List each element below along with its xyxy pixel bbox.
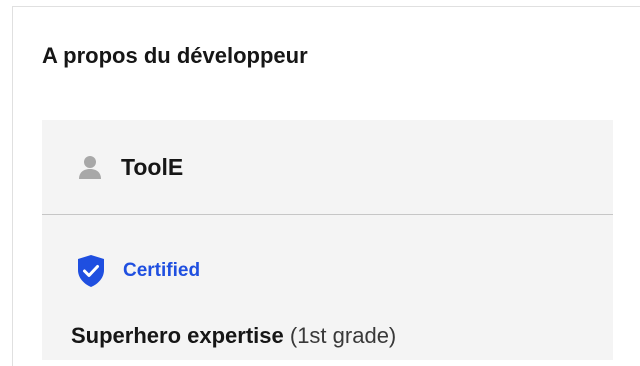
developer-panel: ToolE Certified Superhero expertise (1st… [42,120,613,360]
certified-label: Certified [123,260,201,281]
shield-check-icon [74,253,108,289]
expertise-line: Superhero expertise (1st grade) [71,323,396,349]
developer-header: ToolE [42,120,613,215]
section-title: A propos du développeur [42,43,308,68]
developer-name: ToolE [121,153,184,180]
expertise-grade: (1st grade) [289,323,397,348]
expertise-title: Superhero expertise [71,323,284,348]
developer-card: A propos du développeur ToolE Certified … [12,6,640,366]
certification-badge: Certified [74,253,200,289]
user-icon [75,152,105,182]
